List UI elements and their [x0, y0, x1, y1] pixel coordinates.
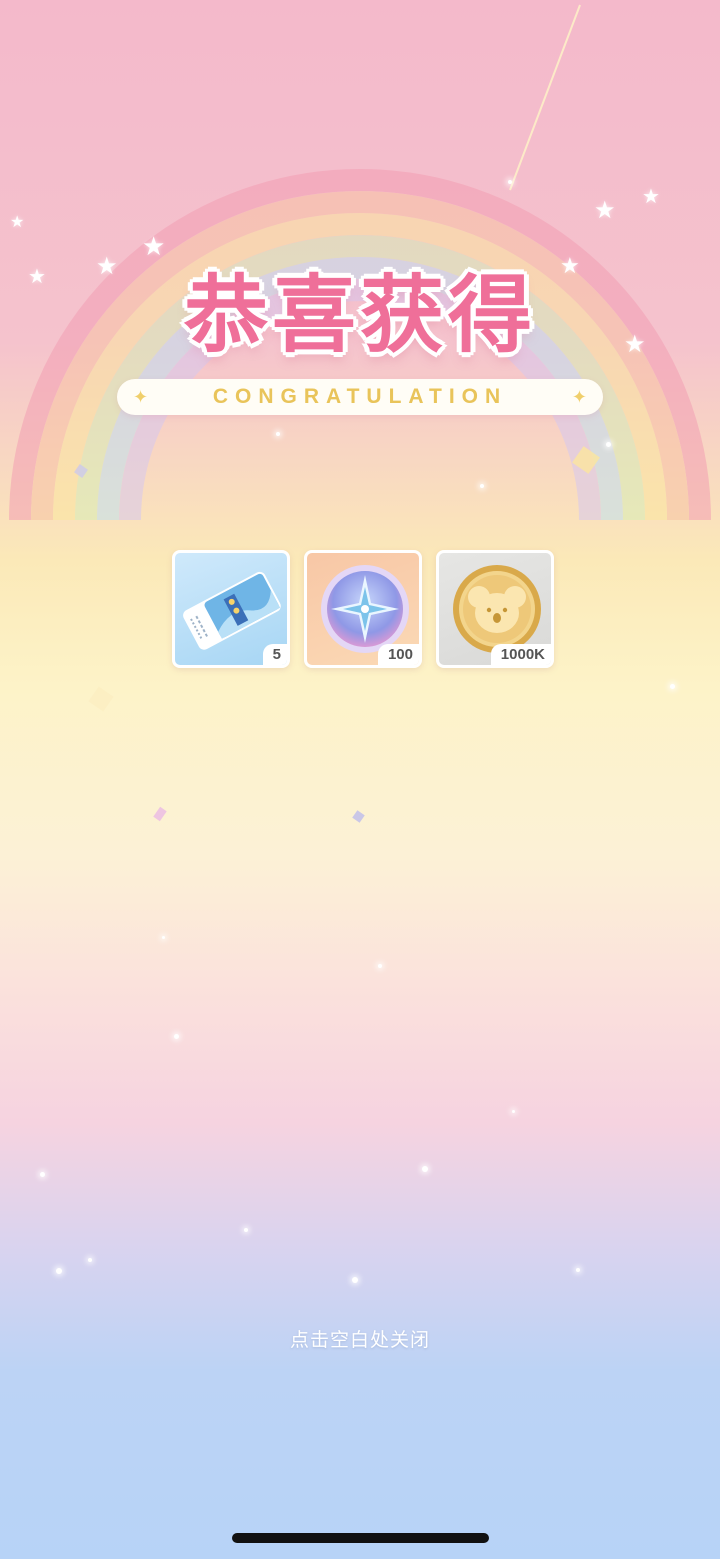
sparkle-decoration [174, 1034, 179, 1039]
confetti-decoration [572, 446, 600, 474]
reward-list: 5 100 1000K [172, 550, 554, 668]
dialog-title: 恭喜获得 [183, 266, 536, 364]
sparkle-decoration [378, 964, 382, 968]
subtitle-banner: ✦ CONGRATULATION ✦ [117, 379, 603, 415]
reward-quantity: 1000K [490, 644, 551, 665]
sparkle-decoration [576, 1268, 580, 1272]
sparkle-decoration [480, 484, 484, 488]
close-hint[interactable]: 点击空白处关闭 [0, 1325, 720, 1352]
confetti-decoration [74, 464, 88, 478]
confetti-decoration [352, 810, 365, 823]
sparkle-right-icon: ✦ [571, 386, 587, 408]
star-decoration: ★ [10, 212, 25, 231]
sparkle-decoration [352, 1277, 358, 1283]
sparkle-decoration [512, 1110, 515, 1113]
sparkle-decoration [422, 1166, 428, 1172]
sparkle-decoration [508, 180, 512, 184]
sparkle-decoration [606, 442, 611, 447]
star-decoration: ★ [594, 196, 616, 224]
sparkle-decoration [276, 432, 280, 436]
reward-item-gold-coin[interactable]: 1000K [436, 550, 554, 668]
sparkle-decoration [88, 1258, 92, 1262]
sparkle-decoration [162, 936, 165, 939]
home-indicator[interactable] [232, 1533, 489, 1543]
reward-quantity: 5 [262, 644, 287, 665]
star-decoration: ★ [642, 184, 660, 208]
reward-item-compass-badge[interactable]: 100 [304, 550, 422, 668]
sparkle-left-icon: ✦ [133, 386, 149, 408]
confetti-decoration [153, 806, 167, 822]
reward-item-ticket[interactable]: 5 [172, 550, 290, 668]
confetti-decoration [88, 686, 114, 712]
sparkle-decoration [244, 1228, 248, 1232]
reward-quantity: 100 [377, 644, 419, 665]
sparkle-decoration [56, 1268, 62, 1274]
subtitle-text: CONGRATULATION [212, 385, 508, 408]
sparkle-decoration [40, 1172, 45, 1177]
sparkle-decoration [670, 684, 675, 689]
